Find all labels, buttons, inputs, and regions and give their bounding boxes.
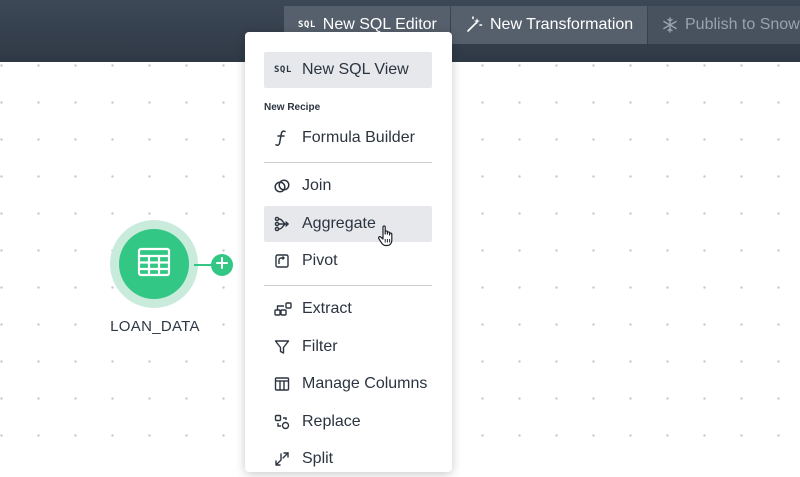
add-step-button[interactable] [211, 254, 233, 276]
menu-item-label: Replace [302, 413, 361, 430]
plus-icon [216, 256, 228, 274]
menu-item-label: Aggregate [302, 215, 376, 232]
new-transformation-button[interactable]: New Transformation [451, 6, 647, 44]
columns-icon [274, 376, 296, 392]
snowflake-icon [662, 17, 678, 33]
menu-item-label: Split [302, 450, 334, 467]
join-icon [274, 178, 296, 194]
aggregate-icon [274, 216, 296, 232]
extract-icon [274, 301, 296, 317]
menu-item-formula-builder[interactable]: Formula Builder [264, 120, 432, 156]
menu-divider [264, 162, 432, 163]
menu-item-extract[interactable]: Extract [264, 291, 432, 327]
node-label: LOAN_DATA [110, 318, 200, 335]
pivot-icon [274, 253, 296, 269]
menu-item-label: Formula Builder [302, 129, 415, 146]
menu-item-label: Filter [302, 338, 338, 355]
function-icon [274, 129, 296, 147]
menu-item-label: Manage Columns [302, 375, 428, 392]
menu-item-aggregate[interactable]: Aggregate [264, 206, 432, 242]
menu-item-label: Extract [302, 300, 352, 317]
menu-item-pivot[interactable]: Pivot [264, 243, 432, 279]
magic-wand-icon [465, 16, 483, 34]
menu-section-title: New Recipe [264, 102, 321, 113]
sql-icon: SQL [298, 20, 316, 30]
new-sql-view-label: New SQL View [302, 61, 409, 78]
menu-item-filter[interactable]: Filter [264, 329, 432, 365]
new-step-menu: SQL New SQL View New Recipe Formula Buil… [245, 32, 452, 472]
new-transformation-label: New Transformation [490, 16, 634, 33]
menu-item-manage-columns[interactable]: Manage Columns [264, 366, 432, 402]
filter-icon [274, 339, 296, 355]
menu-item-replace[interactable]: Replace [264, 404, 432, 440]
replace-icon [274, 414, 296, 430]
sql-icon: SQL [274, 65, 292, 75]
split-icon [274, 451, 296, 467]
node-connector [194, 264, 212, 266]
publish-to-snowflake-button[interactable]: Publish to Snow [648, 6, 800, 44]
hand-cursor-icon [377, 224, 397, 253]
dataset-node[interactable] [119, 229, 189, 299]
publish-to-snowflake-label: Publish to Snow [685, 16, 800, 33]
menu-item-split[interactable]: Split [264, 441, 432, 477]
menu-item-label: Pivot [302, 252, 338, 269]
new-sql-view-item[interactable]: SQL New SQL View [264, 52, 432, 88]
menu-item-join[interactable]: Join [264, 168, 432, 204]
menu-item-label: Join [302, 177, 332, 194]
table-icon [137, 247, 171, 282]
menu-divider [264, 285, 432, 286]
